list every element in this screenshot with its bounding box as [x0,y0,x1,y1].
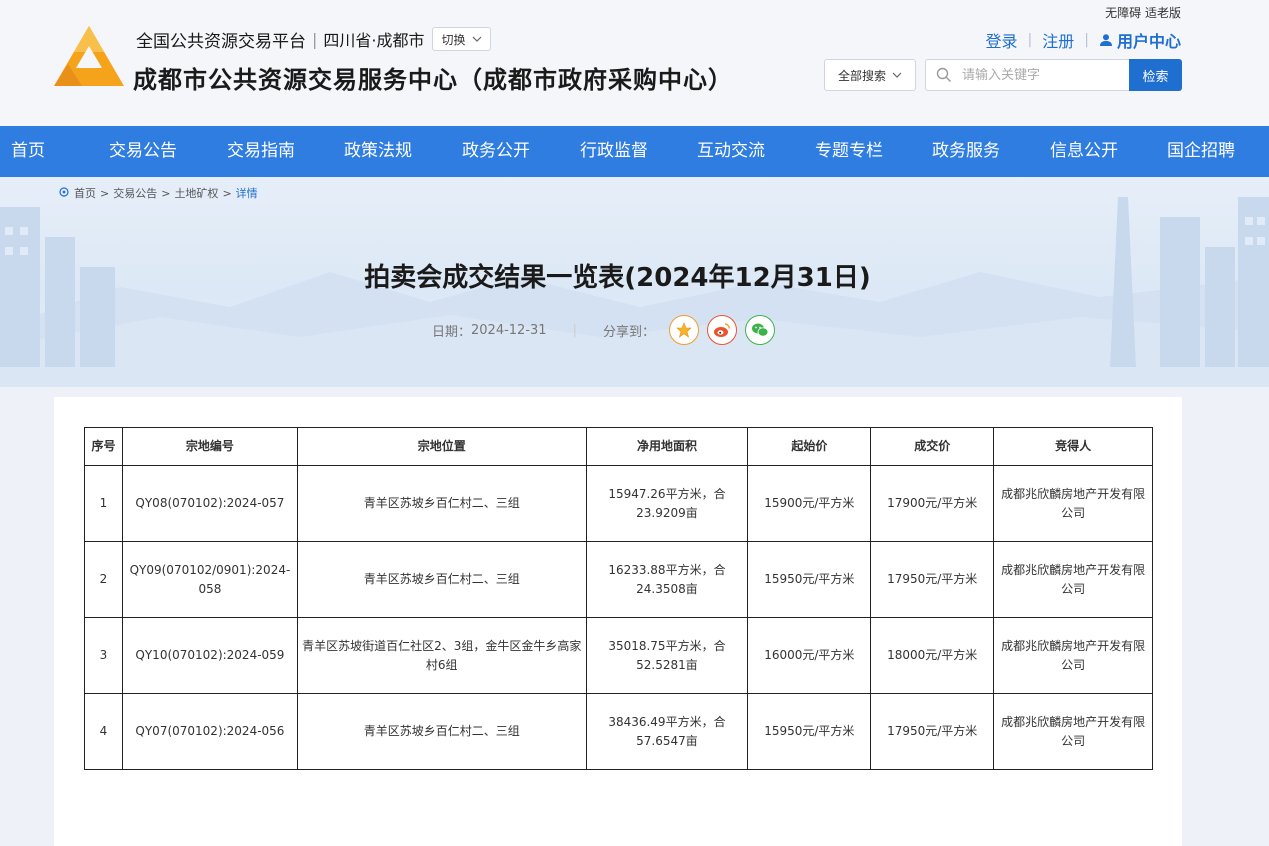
separator: | [312,29,318,49]
breadcrumb-announcements[interactable]: 交易公告 [113,185,157,201]
cell-code: QY10(070102):2024-059 [121,617,298,694]
cell-location: 青羊区苏坡乡百仁村二、三组 [296,693,587,770]
nav-item-interaction[interactable]: 互动交流 [697,126,765,177]
cell-winner: 成都兆欣麟房地产开发有限公司 [993,465,1153,542]
auction-results-table: 序号 宗地编号 宗地位置 净用地面积 起始价 成交价 竞得人 1 QY08(07… [84,427,1153,770]
login-link[interactable]: 登录 [986,28,1018,52]
cell-no: 4 [84,693,123,770]
table-header-row: 序号 宗地编号 宗地位置 净用地面积 起始价 成交价 竞得人 [84,427,1153,466]
column-header: 起始价 [747,427,872,466]
cell-deal-price: 18000元/平方米 [870,617,995,694]
nav-item-topics[interactable]: 专题专栏 [815,126,883,177]
breadcrumb: 首页 > 交易公告 > 土地矿权 > 详情 [58,185,258,201]
nav-item-info-disclosure[interactable]: 信息公开 [1050,126,1118,177]
share-weibo-icon[interactable] [706,315,737,345]
nav-item-gov-affairs[interactable]: 政务公开 [462,126,530,177]
breadcrumb-land-mining[interactable]: 土地矿权 [174,185,218,201]
cell-winner: 成都兆欣麟房地产开发有限公司 [993,541,1153,618]
column-header: 序号 [84,427,123,466]
user-links: 登录 | 注册 | 用户中心 [986,28,1181,52]
location-pin-icon [59,187,69,197]
cell-winner: 成都兆欣麟房地产开发有限公司 [993,693,1153,770]
cell-start-price: 15950元/平方米 [747,693,872,770]
nav-item-policy[interactable]: 政策法规 [344,126,412,177]
cell-code: QY08(070102):2024-057 [121,465,298,542]
page-title: 拍卖会成交结果一览表(2024年12月31日) [364,263,871,293]
cell-deal-price: 17900元/平方米 [870,465,995,542]
cell-no: 2 [84,541,123,618]
site-title: 成都市公共资源交易服务中心（成都市政府采购中心） [133,66,733,94]
chevron-down-icon [892,72,902,78]
column-header: 宗地编号 [121,427,298,466]
breadcrumb-separator: > [100,186,110,200]
site-logo-icon [54,26,124,86]
platform-name[interactable]: 全国公共资源交易平台 [136,27,306,52]
search-field [925,59,1129,91]
search-input[interactable] [962,67,1112,83]
table-row: 4 QY07(070102):2024-056 青羊区苏坡乡百仁村二、三组 38… [84,693,1153,770]
cell-start-price: 15950元/平方米 [747,541,872,618]
register-link[interactable]: 注册 [1042,28,1074,52]
table-row: 3 QY10(070102):2024-059 青羊区苏坡街道百仁社区2、3组，… [84,617,1153,694]
accessibility-link[interactable]: 无障碍 适老版 [1105,4,1181,21]
table-row: 1 QY08(070102):2024-057 青羊区苏坡乡百仁村二、三组 15… [84,465,1153,542]
nav-item-guide[interactable]: 交易指南 [227,126,295,177]
platform-line: 全国公共资源交易平台 | 四川省·成都市 切换 [136,27,491,52]
cell-no: 3 [84,617,123,694]
user-center-label: 用户中心 [1116,32,1181,51]
nav-item-home[interactable]: 首页 [11,126,45,177]
cell-deal-price: 17950元/平方米 [870,693,995,770]
date-label: 日期： [432,324,472,340]
search-icon [936,67,951,82]
cell-location: 青羊区苏坡乡百仁村二、三组 [296,541,587,618]
column-header: 成交价 [870,427,995,466]
search-scope-select[interactable]: 全部搜索 [824,59,916,91]
switch-label: 切换 [441,32,466,47]
cell-winner: 成都兆欣麟房地产开发有限公司 [993,617,1153,694]
cell-no: 1 [84,465,123,542]
share-wechat-icon[interactable] [744,315,775,345]
cell-area: 38436.49平方米，合57.6547亩 [585,693,749,770]
separator: | [1084,32,1089,48]
breadcrumb-home[interactable]: 首页 [74,185,96,201]
cell-location: 青羊区苏坡街道百仁社区2、3组，金牛区金牛乡高家村6组 [296,617,587,694]
search-scope-label: 全部搜索 [837,68,886,83]
share-label: 分享到： [602,324,655,340]
search-bar: 全部搜索 检索 [824,59,1182,91]
cell-start-price: 15900元/平方米 [747,465,872,542]
publish-date: 2024-12-31 [471,322,547,338]
meta-divider: | [572,322,577,338]
content-card: 序号 宗地编号 宗地位置 净用地面积 起始价 成交价 竞得人 1 QY08(07… [54,397,1182,846]
cell-code: QY09(070102/0901):2024-058 [121,541,298,618]
cell-code: QY07(070102):2024-056 [121,693,298,770]
user-center-link[interactable]: 用户中心 [1099,28,1181,52]
column-header: 竞得人 [993,427,1153,466]
column-header: 净用地面积 [585,427,749,466]
region-label: 四川省·成都市 [323,31,425,50]
breadcrumb-separator: > [222,186,232,200]
nav-item-announcements[interactable]: 交易公告 [109,126,177,177]
share-favorite-icon[interactable] [668,315,699,345]
column-header: 宗地位置 [296,427,587,466]
table-row: 2 QY09(070102/0901):2024-058 青羊区苏坡乡百仁村二、… [84,541,1153,618]
cell-area: 35018.75平方米，合52.5281亩 [585,617,749,694]
separator: | [1027,32,1033,48]
site-header: 无障碍 适老版 全国公共资源交易平台 | 四川省·成都市 切换 成都市公共资源交… [0,0,1269,126]
cell-deal-price: 17950元/平方米 [870,541,995,618]
nav-item-recruitment[interactable]: 国企招聘 [1167,126,1235,177]
breadcrumb-separator: > [161,186,171,200]
cell-start-price: 16000元/平方米 [747,617,872,694]
article-meta: 日期： 2024-12-31 | 分享到： [432,315,775,345]
nav-item-services[interactable]: 政务服务 [932,126,1000,177]
chevron-down-icon [472,36,481,42]
region-switch-button[interactable]: 切换 [432,27,491,51]
cell-location: 青羊区苏坡乡百仁村二、三组 [296,465,587,542]
user-icon [1099,34,1112,46]
cell-area: 16233.88平方米，合24.3508亩 [585,541,749,618]
breadcrumb-current: 详情 [235,187,258,200]
main-nav: 首页 交易公告 交易指南 政策法规 政务公开 行政监督 互动交流 专题专栏 政务… [0,126,1269,177]
cell-area: 15947.26平方米，合23.9209亩 [585,465,749,542]
search-button[interactable]: 检索 [1129,59,1182,91]
nav-item-supervision[interactable]: 行政监督 [580,126,648,177]
